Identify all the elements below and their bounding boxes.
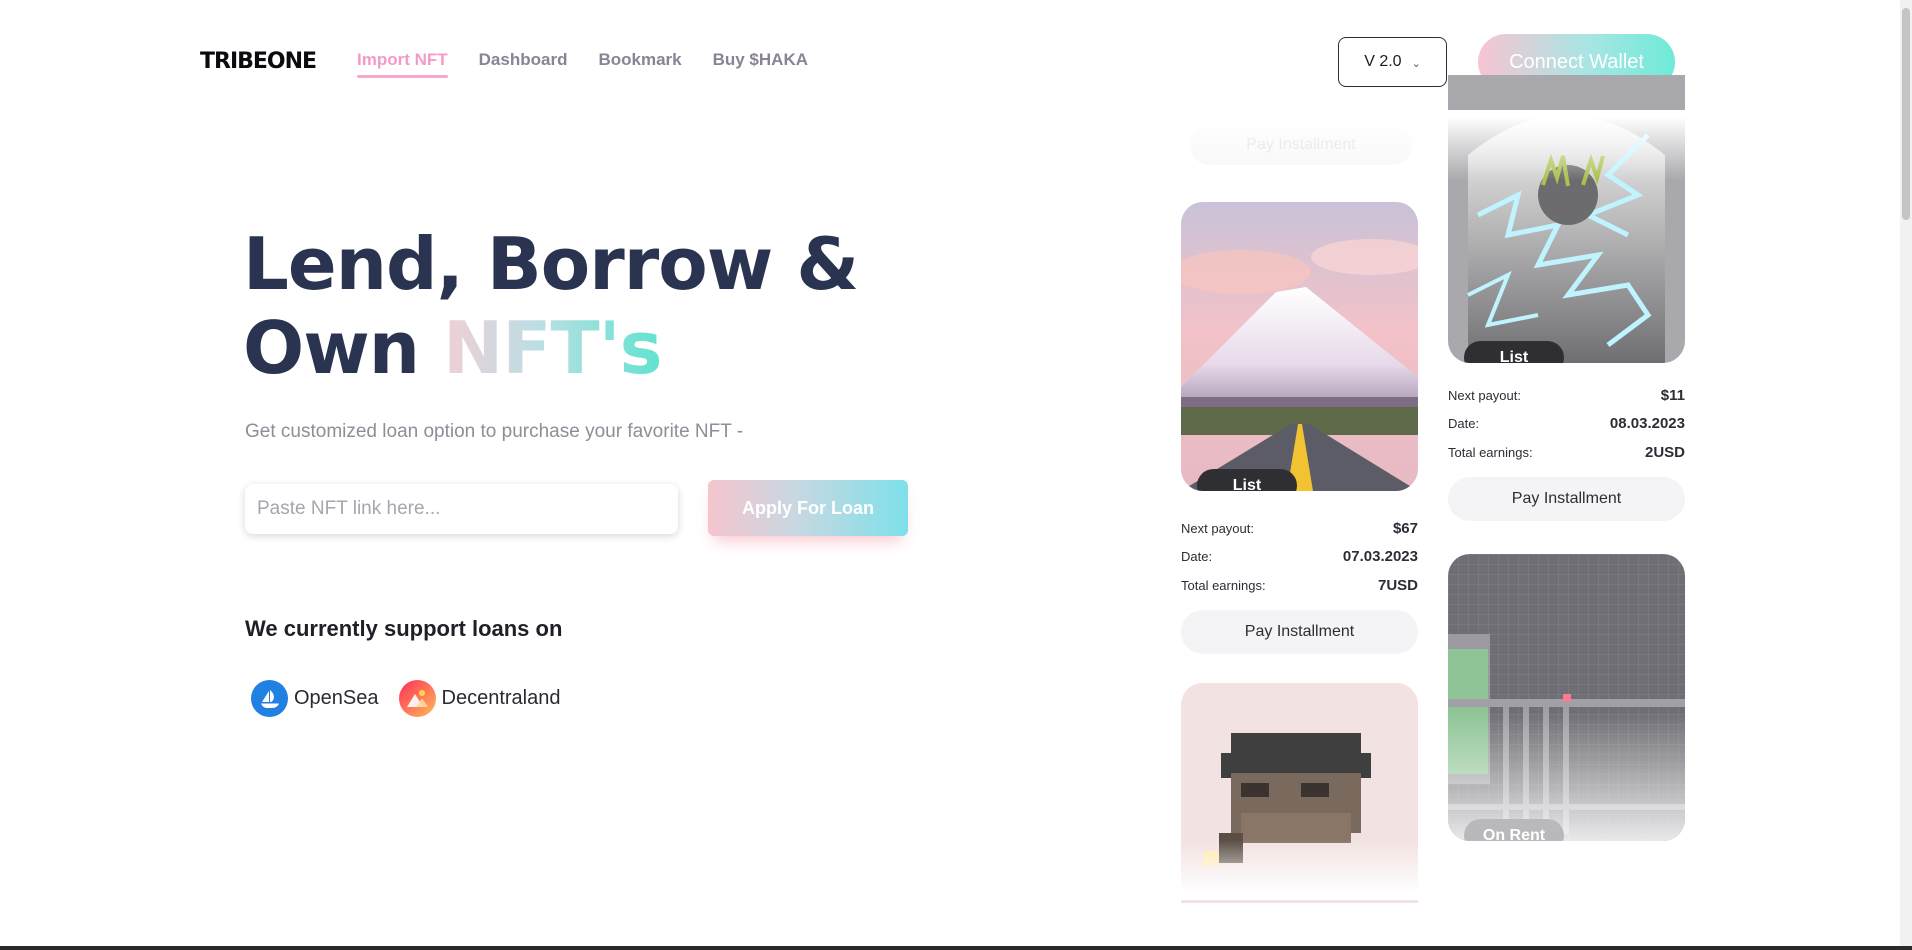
nav-buy-haka[interactable]: Buy $HAKA <box>713 50 808 78</box>
label-date: Date: <box>1181 549 1213 565</box>
hero-title-line2: Own NFT's <box>243 306 858 390</box>
nft-card[interactable]: List Next payout: $67 Date: 07.03.2023 Tot… <box>1181 202 1418 654</box>
platform-decentraland[interactable]: Decentraland <box>398 680 561 717</box>
platform-opensea[interactable]: OpenSea <box>251 680 379 717</box>
main-nav: Import NFT Dashboard Bookmark Buy $HAKA <box>357 50 808 78</box>
nft-link-input[interactable] <box>245 484 678 534</box>
value-total-earnings: 7USD <box>1377 576 1418 594</box>
list-badge[interactable]: List <box>1197 469 1297 491</box>
nft-image-lightning-ghost: List <box>1448 75 1685 363</box>
page: TRIBEONE Import NFT Dashboard Bookmark B… <box>0 0 1912 950</box>
nav-dashboard[interactable]: Dashboard <box>479 50 568 78</box>
label-next-payout: Next payout: <box>1448 387 1521 403</box>
platform-label-opensea: OpenSea <box>294 687 379 709</box>
card-row-date: Date: 07.03.2023 <box>1181 543 1418 572</box>
hero-title-highlight: NFT's <box>443 306 662 390</box>
value-date: 07.03.2023 <box>1342 548 1418 566</box>
label-date: Date: <box>1448 416 1480 432</box>
value-total-earnings: 2USD <box>1644 443 1685 461</box>
pay-installment-button[interactable]: Pay Installment <box>1181 609 1418 654</box>
nft-card[interactable]: On Rent <box>1448 554 1685 841</box>
label-total-earnings: Total earnings: <box>1181 577 1266 593</box>
nav-import-nft[interactable]: Import NFT <box>357 50 448 78</box>
value-next-payout: $67 <box>1392 519 1418 537</box>
nft-image-mountain: List <box>1181 202 1418 491</box>
value-date: 08.03.2023 <box>1609 415 1685 433</box>
apply-for-loan-button[interactable]: Apply For Loan <box>708 480 908 536</box>
version-select[interactable]: V 2.0 ⌄ <box>1338 37 1447 87</box>
card-row-total-earnings: Total earnings: 7USD <box>1181 571 1418 600</box>
opensea-icon <box>251 680 288 717</box>
card-row-total-earnings: Total earnings: 2USD <box>1448 438 1685 467</box>
hero-title-prefix: Own <box>243 306 444 390</box>
platform-list: OpenSea Decentraland <box>251 680 560 717</box>
nav-bookmark[interactable]: Bookmark <box>598 50 681 78</box>
decentraland-icon <box>398 680 436 717</box>
label-total-earnings: Total earnings: <box>1448 444 1533 460</box>
pay-installment-ghost-button[interactable]: Pay Installment <box>1190 125 1412 165</box>
label-next-payout: Next payout: <box>1181 520 1254 536</box>
list-badge[interactable]: List <box>1464 341 1564 363</box>
platform-label-decentraland: Decentraland <box>441 687 561 709</box>
chevron-down-icon: ⌄ <box>1411 57 1421 70</box>
card-row-date: Date: 08.03.2023 <box>1448 410 1685 439</box>
nft-image-land-map: On Rent <box>1448 554 1685 841</box>
page-scrollbar[interactable] <box>1900 0 1912 950</box>
nft-card[interactable]: List Next payout: $11 Date: 08.03.2023 Tot… <box>1448 75 1685 521</box>
version-label: V 2.0 <box>1364 53 1402 70</box>
scrollbar-thumb[interactable] <box>1902 8 1910 220</box>
card-row-next-payout: Next payout: $11 <box>1448 381 1685 410</box>
hero-title-line1: Lend, Borrow & <box>243 222 859 306</box>
card-row-next-payout: Next payout: $67 <box>1181 514 1418 543</box>
nft-card[interactable] <box>1181 683 1418 903</box>
nft-image-pixel-punk <box>1181 683 1418 903</box>
hero-title: Lend, Borrow & Own NFT's <box>243 222 859 390</box>
hero-subtitle: Get customized loan option to purchase y… <box>245 421 744 442</box>
on-rent-badge[interactable]: On Rent <box>1464 819 1564 841</box>
value-next-payout: $11 <box>1660 386 1685 404</box>
tribeone-logo[interactable]: TRIBEONE <box>200 49 317 74</box>
support-title: We currently support loans on <box>245 616 563 641</box>
bottom-edge <box>0 946 1912 950</box>
pay-installment-button[interactable]: Pay Installment <box>1448 476 1685 521</box>
